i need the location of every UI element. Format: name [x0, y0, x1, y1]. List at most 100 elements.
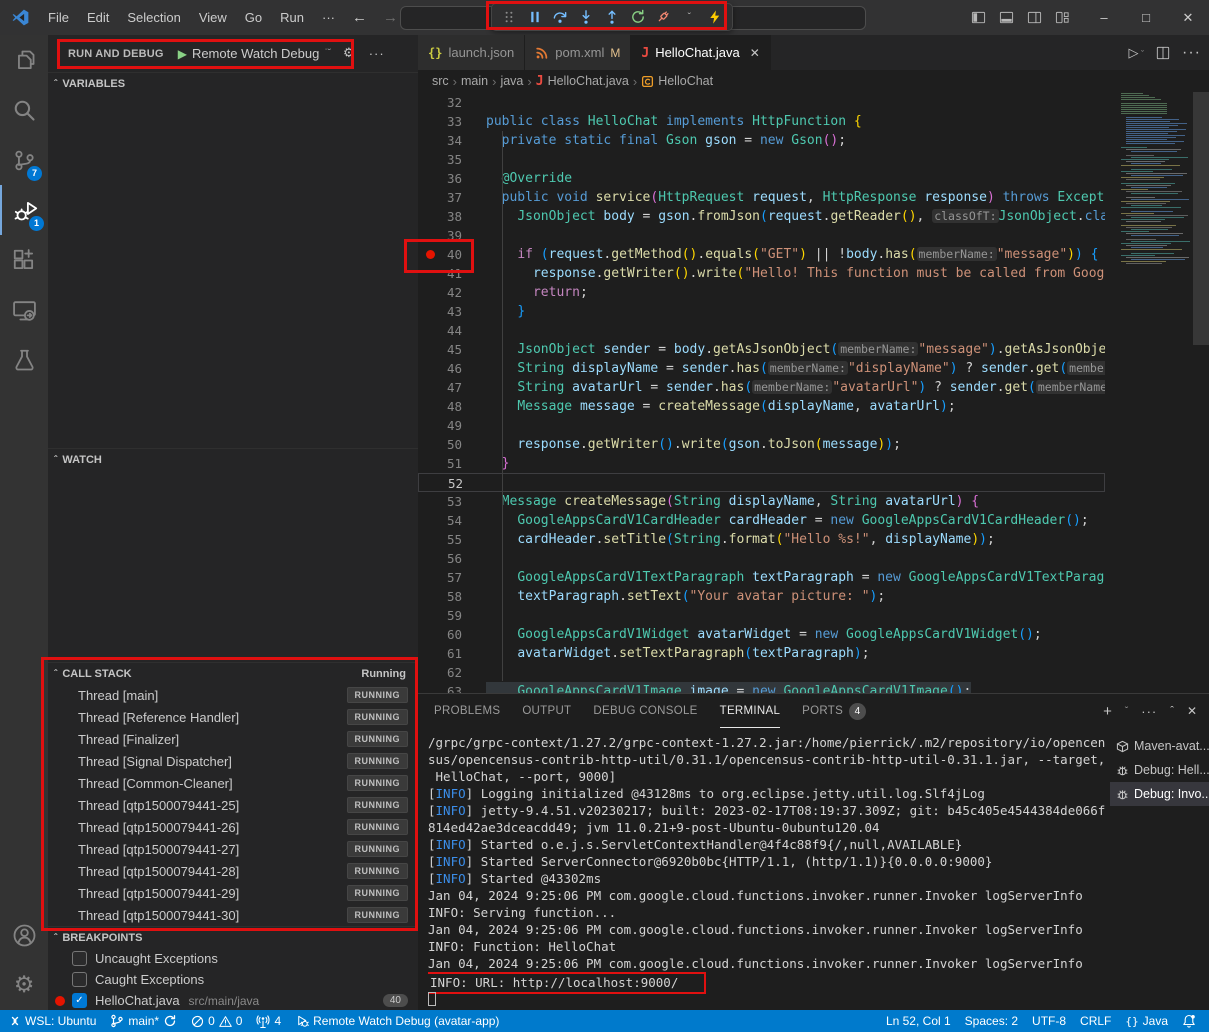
panel-tab-problems[interactable]: PROBLEMS: [434, 694, 500, 728]
new-terminal-icon[interactable]: +: [1103, 703, 1112, 720]
maximize-button[interactable]: □: [1125, 0, 1167, 35]
line-number[interactable]: 44: [418, 321, 462, 340]
menu-selection[interactable]: Selection: [118, 10, 189, 25]
maximize-panel-icon[interactable]: ˆ: [1170, 705, 1174, 717]
menu-file[interactable]: File: [39, 10, 78, 25]
code-line-47[interactable]: 47 String avatarUrl = sender.has(memberN…: [418, 378, 1105, 397]
menu-edit[interactable]: Edit: [78, 10, 118, 25]
call-stack-thread-row[interactable]: Thread [qtp1500079441-25]RUNNING: [48, 794, 418, 816]
menu-[interactable]: ···: [313, 10, 344, 25]
call-stack-thread-row[interactable]: Thread [qtp1500079441-29]RUNNING: [48, 882, 418, 904]
line-number[interactable]: 61: [418, 644, 462, 663]
code-line-55[interactable]: 55 cardHeader.setTitle(String.format("He…: [418, 530, 1105, 549]
code-line-60[interactable]: 60 GoogleAppsCardV1Widget avatarWidget =…: [418, 625, 1105, 644]
code-line-40[interactable]: 40 if (request.getMethod().equals("GET")…: [418, 245, 1105, 264]
panel-tab-output[interactable]: OUTPUT: [522, 694, 571, 728]
breadcrumb-item[interactable]: src: [432, 74, 449, 88]
debug-config-dropdown[interactable]: ▶ Remote Watch Debug ˈ˘: [178, 46, 331, 61]
breakpoint-row[interactable]: Uncaught Exceptions: [48, 948, 418, 969]
activity-run-and-debug-icon[interactable]: 1: [0, 185, 50, 235]
code-line-43[interactable]: 43 }: [418, 302, 1105, 321]
pause-icon[interactable]: [523, 6, 547, 28]
code-line-51[interactable]: 51 }: [418, 454, 1105, 473]
breadcrumb-item[interactable]: main: [461, 74, 488, 88]
debug-config-label[interactable]: Remote Watch Debug: [192, 46, 319, 61]
activity-explorer-icon[interactable]: [0, 35, 48, 85]
code-line-48[interactable]: 48 Message message = createMessage(displ…: [418, 397, 1105, 416]
close-button[interactable]: ✕: [1167, 0, 1209, 35]
breadcrumb-item[interactable]: HelloChat: [658, 74, 713, 88]
chevron-down-icon[interactable]: ˇ: [677, 6, 701, 28]
line-number[interactable]: 38: [418, 207, 462, 226]
panel-more-actions-icon[interactable]: ···: [1141, 704, 1157, 719]
nav-back-icon[interactable]: ←: [344, 9, 375, 26]
activity-accounts-icon[interactable]: [0, 910, 48, 960]
menu-run[interactable]: Run: [271, 10, 313, 25]
code-line-63[interactable]: 63 GoogleAppsCardV1Image image = new Goo…: [418, 682, 1105, 693]
call-stack-thread-row[interactable]: Thread [Common-Cleaner]RUNNING: [48, 772, 418, 794]
code-line-36[interactable]: 36 @Override: [418, 169, 1105, 188]
call-stack-thread-row[interactable]: Thread [Signal Dispatcher]RUNNING: [48, 750, 418, 772]
breadcrumb-item[interactable]: HelloChat.java: [548, 74, 629, 88]
terminal-instance-debughell[interactable]: Debug: Hell...: [1110, 758, 1209, 782]
breakpoints-section-header[interactable]: ˆ BREAKPOINTS: [48, 926, 418, 949]
line-number[interactable]: 32: [418, 93, 462, 112]
terminal-output[interactable]: /grpc/grpc-context/1.27.2/grpc-context-1…: [428, 734, 1108, 1006]
start-debug-icon[interactable]: ▶: [178, 47, 187, 61]
code-line-45[interactable]: 45 JsonObject sender = body.getAsJsonObj…: [418, 340, 1105, 359]
line-number[interactable]: 63: [418, 682, 462, 693]
panel-tab-ports[interactable]: PORTS4: [802, 694, 866, 728]
terminal-dropdown-icon[interactable]: ˇ: [1125, 706, 1128, 717]
activity-extensions-icon[interactable]: [0, 235, 48, 285]
code-editor[interactable]: 3233public class HelloChat implements Ht…: [418, 92, 1105, 693]
breakpoint-checkbox[interactable]: [72, 972, 87, 987]
line-number[interactable]: 43: [418, 302, 462, 321]
disconnect-icon[interactable]: [651, 6, 675, 28]
line-number[interactable]: 36: [418, 169, 462, 188]
status-ports-forwarded[interactable]: 4: [249, 1010, 288, 1032]
tab-pom-xml[interactable]: pom.xmlM: [525, 35, 631, 70]
step-out-icon[interactable]: [600, 6, 624, 28]
line-number[interactable]: 57: [418, 568, 462, 587]
code-line-42[interactable]: 42 return;: [418, 283, 1105, 302]
line-number[interactable]: 45: [418, 340, 462, 359]
tab-launch-json[interactable]: {}launch.json: [418, 35, 525, 70]
code-line-58[interactable]: 58 textParagraph.setText("Your avatar pi…: [418, 587, 1105, 606]
line-number[interactable]: 60: [418, 625, 462, 644]
line-number[interactable]: 47: [418, 378, 462, 397]
line-number[interactable]: 35: [418, 150, 462, 169]
code-line-59[interactable]: 59: [418, 606, 1105, 625]
code-line-52[interactable]: 52: [418, 473, 1105, 492]
step-into-icon[interactable]: [574, 6, 598, 28]
line-number[interactable]: 48: [418, 397, 462, 416]
code-line-61[interactable]: 61 avatarWidget.setTextParagraph(textPar…: [418, 644, 1105, 663]
code-line-34[interactable]: 34 private static final Gson gson = new …: [418, 131, 1105, 150]
code-line-53[interactable]: 53 Message createMessage(String displayN…: [418, 492, 1105, 511]
activity-search-icon[interactable]: [0, 85, 48, 135]
line-number[interactable]: 34: [418, 131, 462, 150]
split-editor-icon[interactable]: [1156, 46, 1170, 60]
code-line-54[interactable]: 54 GoogleAppsCardV1CardHeader cardHeader…: [418, 511, 1105, 530]
line-number[interactable]: 51: [418, 454, 462, 473]
hot-code-replace-icon[interactable]: [703, 6, 727, 28]
menu-view[interactable]: View: [190, 10, 236, 25]
run-file-icon[interactable]: ▷ ˇ: [1129, 45, 1145, 61]
call-stack-thread-row[interactable]: Thread [qtp1500079441-28]RUNNING: [48, 860, 418, 882]
code-line-32[interactable]: 32: [418, 93, 1105, 112]
activity-remote-explorer-icon[interactable]: [0, 285, 48, 335]
terminal-instance-debuginvo[interactable]: Debug: Invo...: [1110, 782, 1209, 806]
line-number[interactable]: 59: [418, 606, 462, 625]
code-line-57[interactable]: 57 GoogleAppsCardV1TextParagraph textPar…: [418, 568, 1105, 587]
line-number[interactable]: 41: [418, 264, 462, 283]
line-number[interactable]: 52: [419, 474, 463, 493]
code-line-56[interactable]: 56: [418, 549, 1105, 568]
toggle-panel-icon[interactable]: [999, 10, 1027, 25]
terminal-instance-mavenavat[interactable]: Maven-avat...: [1110, 734, 1209, 758]
tab-hellochat-java[interactable]: JHelloChat.java✕: [631, 35, 770, 70]
editor-more-actions-icon[interactable]: ···: [1182, 44, 1201, 62]
toggle-sidebar-icon[interactable]: [971, 10, 999, 25]
status-problems[interactable]: 00: [184, 1010, 249, 1032]
breakpoint-checkbox[interactable]: ✓: [72, 993, 87, 1008]
call-stack-thread-row[interactable]: Thread [qtp1500079441-26]RUNNING: [48, 816, 418, 838]
activity-testing-icon[interactable]: [0, 335, 48, 385]
